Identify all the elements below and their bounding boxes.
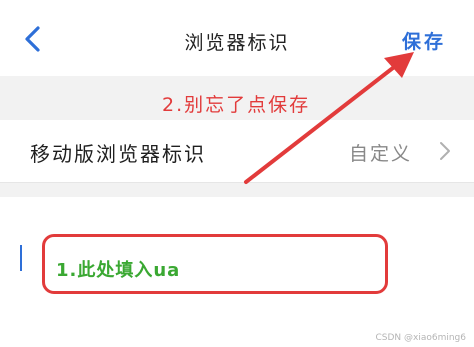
- watermark: CSDN @xiao6ming6: [375, 333, 466, 343]
- setting-row-label: 移动版浏览器标识: [30, 142, 206, 166]
- section-divider-2: [0, 183, 474, 197]
- chevron-right-icon: [438, 140, 452, 162]
- save-button[interactable]: 保存: [402, 27, 446, 54]
- setting-row-value: 自定义: [348, 143, 412, 165]
- nav-bar: 浏览器标识 保存: [0, 0, 474, 76]
- mobile-ua-setting-row[interactable]: 移动版浏览器标识 自定义: [0, 120, 474, 183]
- text-caret: [20, 245, 22, 271]
- save-reminder-annotation: 2.别忘了点保存: [162, 94, 311, 116]
- browser-ua-settings-page: 浏览器标识 保存 2.别忘了点保存 移动版浏览器标识 自定义 1.此处填入ua …: [0, 0, 474, 347]
- fill-ua-annotation: 1.此处填入ua: [56, 260, 181, 281]
